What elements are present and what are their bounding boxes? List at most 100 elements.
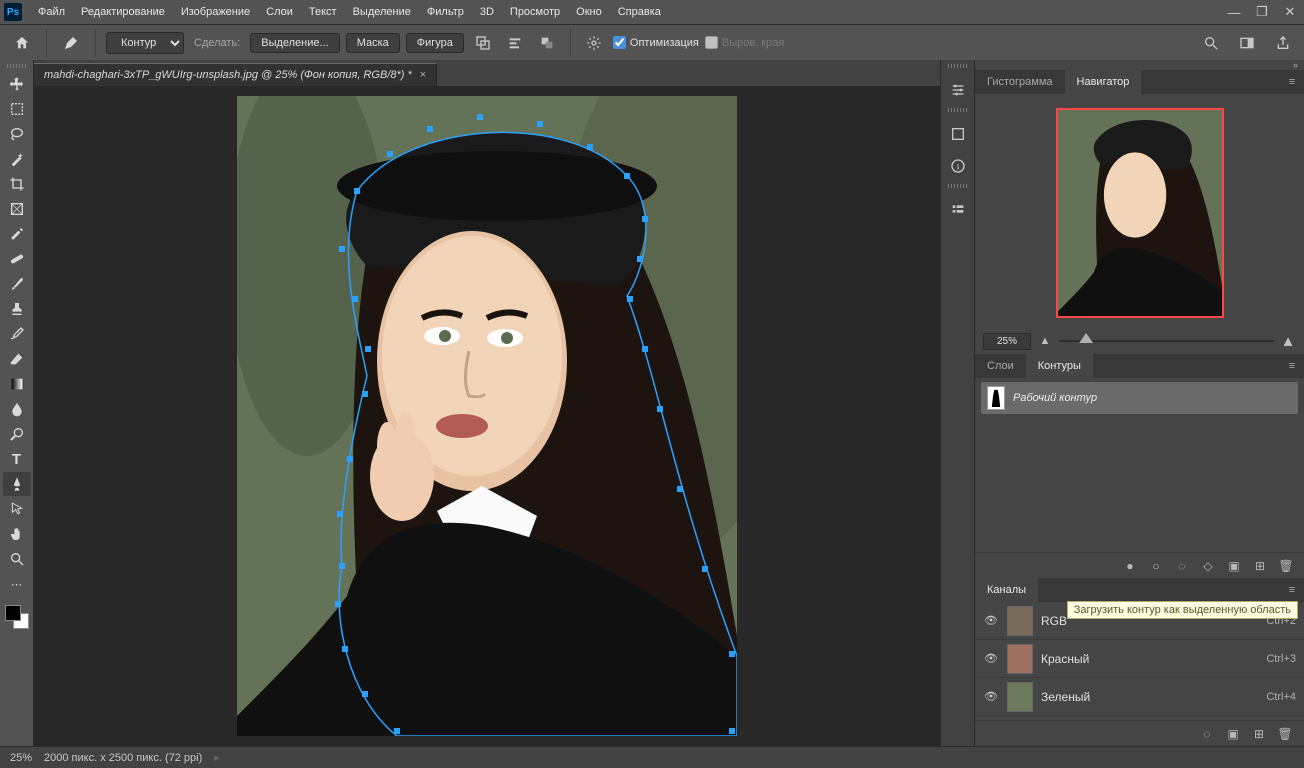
crop-tool[interactable]	[3, 172, 31, 196]
strip-grip-3[interactable]	[948, 184, 968, 188]
lasso-tool[interactable]	[3, 122, 31, 146]
tool-preset-button[interactable]	[57, 29, 85, 57]
visibility-toggle-icon[interactable]: 👁	[983, 652, 999, 665]
menu-layers[interactable]: Слои	[258, 0, 301, 24]
menu-edit[interactable]: Редактирование	[73, 0, 173, 24]
status-chevron-icon[interactable]: ▸	[214, 751, 220, 764]
eyedropper-tool[interactable]	[3, 222, 31, 246]
zoom-out-icon[interactable]: ▲	[1037, 335, 1053, 347]
stroke-path-icon[interactable]: ○	[1146, 556, 1166, 576]
add-mask-from-path-icon[interactable]: ▣	[1224, 556, 1244, 576]
path-ops-button[interactable]	[470, 30, 496, 56]
heal-tool[interactable]	[3, 247, 31, 271]
gear-button[interactable]	[581, 30, 607, 56]
path-mode-dropdown[interactable]: Контур	[106, 32, 184, 54]
make-mask-button[interactable]: Маска	[346, 33, 400, 53]
menu-filter[interactable]: Фильтр	[419, 0, 472, 24]
strip-grip[interactable]	[948, 64, 968, 68]
zoom-tool[interactable]	[3, 547, 31, 571]
paths-menu-icon[interactable]: ≡	[1280, 354, 1304, 378]
channel-row[interactable]: 👁ЗеленыйCtrl+4	[975, 678, 1304, 716]
navigator-zoom-value[interactable]: 25%	[983, 333, 1031, 350]
path-select-tool[interactable]	[3, 497, 31, 521]
load-path-selection-icon[interactable]: ◌	[1172, 556, 1192, 576]
properties-panel-icon-btn[interactable]	[944, 120, 972, 148]
optimize-checkbox-row[interactable]: Оптимизация	[613, 36, 699, 49]
stamp-tool[interactable]	[3, 297, 31, 321]
zoom-in-icon[interactable]: ▲	[1280, 333, 1296, 350]
navigator-zoom-slider[interactable]	[1059, 340, 1274, 342]
save-selection-channel-icon[interactable]: ▣	[1224, 725, 1242, 743]
search-button[interactable]	[1198, 30, 1224, 56]
gradient-tool[interactable]	[3, 372, 31, 396]
maximize-button[interactable]: ❐	[1248, 0, 1276, 24]
foreground-color[interactable]	[5, 605, 21, 621]
menu-text[interactable]: Текст	[301, 0, 345, 24]
hand-tool[interactable]	[3, 522, 31, 546]
channels-menu-icon[interactable]: ≡	[1280, 578, 1304, 602]
menu-help[interactable]: Справка	[610, 0, 669, 24]
new-path-icon[interactable]: ⊞	[1250, 556, 1270, 576]
marquee-tool[interactable]	[3, 97, 31, 121]
delete-path-icon[interactable]: 🗑	[1276, 556, 1296, 576]
make-workpath-icon[interactable]: ◇	[1198, 556, 1218, 576]
make-shape-button[interactable]: Фигура	[406, 33, 464, 53]
status-doc-info[interactable]: 2000 пикс. x 2500 пикс. (72 ppi)	[44, 752, 202, 764]
make-selection-button[interactable]: Выделение...	[250, 33, 339, 53]
visibility-toggle-icon[interactable]: 👁	[983, 614, 999, 627]
tab-navigator[interactable]: Навигатор	[1065, 70, 1142, 94]
menu-3d[interactable]: 3D	[472, 0, 502, 24]
close-tab-icon[interactable]: ×	[420, 69, 426, 81]
tab-paths[interactable]: Контуры	[1026, 354, 1093, 378]
menu-window[interactable]: Окно	[568, 0, 610, 24]
close-button[interactable]: ✕	[1276, 0, 1304, 24]
share-button[interactable]	[1270, 30, 1296, 56]
optimize-checkbox[interactable]	[613, 36, 626, 49]
libraries-panel-icon-btn[interactable]	[944, 196, 972, 224]
navigator-preview[interactable]	[975, 94, 1304, 328]
fill-path-icon[interactable]: ●	[1120, 556, 1140, 576]
wand-tool[interactable]	[3, 147, 31, 171]
brush-tool[interactable]	[3, 272, 31, 296]
paths-footer: ● ○ ◌ ◇ ▣ ⊞ 🗑	[975, 552, 1304, 578]
path-row-working[interactable]: Рабочий контур	[981, 382, 1298, 414]
type-tool[interactable]: T	[3, 447, 31, 471]
move-tool[interactable]	[3, 72, 31, 96]
menu-view[interactable]: Просмотр	[502, 0, 568, 24]
blur-tool[interactable]	[3, 397, 31, 421]
channel-row[interactable]: 👁КрасныйCtrl+3	[975, 640, 1304, 678]
collapse-panels-icon[interactable]: »	[1293, 60, 1298, 70]
dodge-tool[interactable]	[3, 422, 31, 446]
frame-tool[interactable]	[3, 197, 31, 221]
document-tab[interactable]: mahdi-chaghari-3xTP_gWUIrg-unsplash.jpg …	[34, 63, 437, 86]
tab-layers[interactable]: Слои	[975, 354, 1026, 378]
strip-grip-2[interactable]	[948, 108, 968, 112]
status-bar: 25% 2000 пикс. x 2500 пикс. (72 ppi) ▸	[0, 746, 1304, 768]
status-zoom[interactable]: 25%	[10, 752, 32, 764]
menu-file[interactable]: Файл	[30, 0, 73, 24]
color-swatch[interactable]	[5, 605, 29, 629]
eraser-tool[interactable]	[3, 347, 31, 371]
workspace-button[interactable]	[1234, 30, 1260, 56]
history-brush-tool[interactable]	[3, 322, 31, 346]
canvas[interactable]	[34, 86, 940, 746]
path-align-button[interactable]	[502, 30, 528, 56]
tab-histogram[interactable]: Гистограмма	[975, 70, 1065, 94]
edit-toolbar-button[interactable]: ⋯	[3, 572, 31, 596]
navigator-menu-icon[interactable]: ≡	[1280, 70, 1304, 94]
info-panel-icon-btn[interactable]: i	[944, 152, 972, 180]
panels-grip[interactable]: »	[975, 60, 1304, 70]
color-panel-icon-btn[interactable]	[944, 76, 972, 104]
tab-channels[interactable]: Каналы	[975, 578, 1038, 602]
pen-tool[interactable]	[3, 472, 31, 496]
delete-channel-icon[interactable]: 🗑	[1276, 725, 1294, 743]
menu-select[interactable]: Выделение	[345, 0, 419, 24]
load-channel-selection-icon[interactable]: ◌	[1198, 725, 1216, 743]
new-channel-icon[interactable]: ⊞	[1250, 725, 1268, 743]
visibility-toggle-icon[interactable]: 👁	[983, 690, 999, 703]
home-button[interactable]	[8, 29, 36, 57]
minimize-button[interactable]: —	[1220, 0, 1248, 24]
menu-image[interactable]: Изображение	[173, 0, 258, 24]
toolbox-grip[interactable]	[7, 64, 27, 68]
path-arrange-button[interactable]	[534, 30, 560, 56]
